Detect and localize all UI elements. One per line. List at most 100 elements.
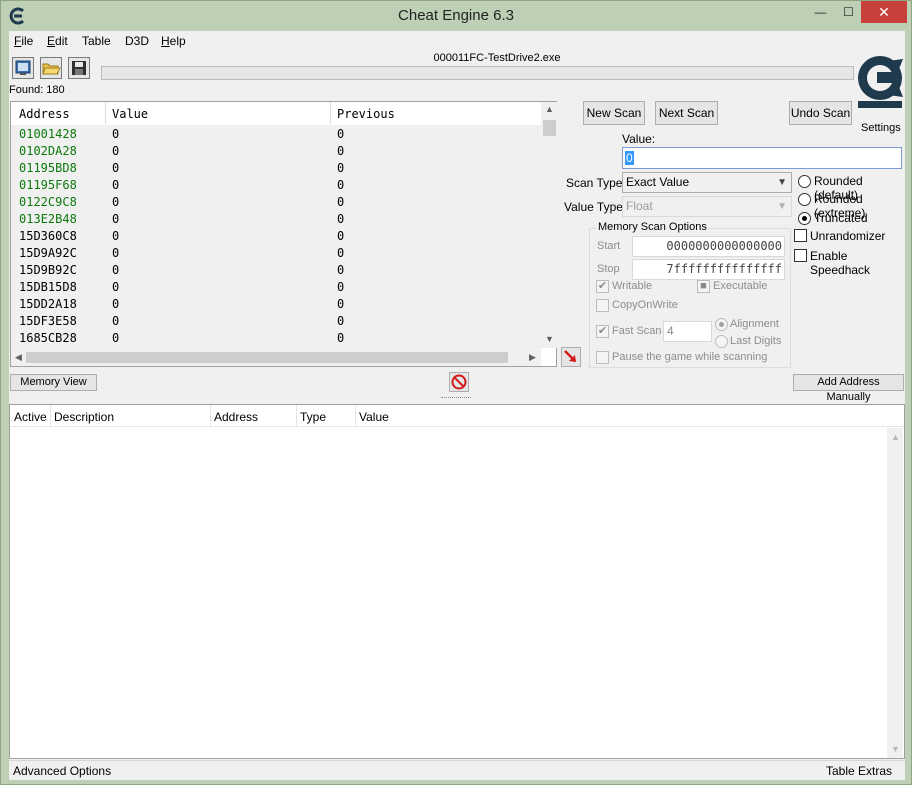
rounded-default-radio[interactable] bbox=[798, 175, 811, 188]
speedhack-label[interactable]: Enable Speedhack bbox=[810, 249, 905, 277]
scan-type-select[interactable]: Exact Value ▼ bbox=[622, 172, 792, 193]
menu-table[interactable]: Table bbox=[82, 34, 111, 48]
writable-label[interactable]: Writable bbox=[612, 280, 652, 292]
results-header-previous[interactable]: Previous bbox=[337, 107, 395, 121]
scroll-left-icon[interactable]: ◀ bbox=[15, 352, 22, 363]
result-row[interactable]: 01195BD8 0 0 bbox=[11, 159, 541, 176]
next-scan-button[interactable]: Next Scan bbox=[655, 101, 718, 125]
start-address-field[interactable]: 0000000000000000 bbox=[632, 236, 785, 257]
result-value: 0 bbox=[112, 314, 120, 328]
add-address-manually-button[interactable]: Add Address Manually bbox=[793, 374, 904, 403]
menu-help[interactable]: Help bbox=[161, 34, 186, 48]
unrandomizer-checkbox[interactable] bbox=[794, 229, 807, 242]
menu-help-label: elp bbox=[169, 34, 186, 48]
add-selected-to-list-button[interactable] bbox=[561, 347, 581, 367]
stop-address-field[interactable]: 7fffffffffffffff bbox=[632, 259, 785, 280]
result-previous: 0 bbox=[337, 263, 345, 277]
executable-checkbox[interactable]: ■ bbox=[697, 280, 710, 293]
alignment-label[interactable]: Alignment bbox=[730, 318, 779, 330]
menu-file[interactable]: File bbox=[14, 34, 33, 48]
truncated-radio[interactable] bbox=[798, 212, 811, 225]
last-digits-radio[interactable] bbox=[715, 335, 728, 348]
address-header-description[interactable]: Description bbox=[54, 410, 114, 424]
menu-d3d[interactable]: D3D bbox=[125, 34, 149, 48]
memory-scan-options-group: Memory Scan Options Start 00000000000000… bbox=[589, 221, 791, 368]
unrandomizer-label[interactable]: Unrandomizer bbox=[810, 229, 885, 243]
results-vertical-scrollbar[interactable]: ▲ ▼ bbox=[541, 102, 557, 348]
result-value: 0 bbox=[112, 331, 120, 345]
writable-checkbox[interactable]: ✔ bbox=[596, 280, 609, 293]
scroll-down-icon[interactable]: ▼ bbox=[545, 334, 554, 344]
results-header-address[interactable]: Address bbox=[19, 107, 70, 121]
result-value: 0 bbox=[112, 229, 120, 243]
result-row[interactable]: 0122C9C8 0 0 bbox=[11, 193, 541, 210]
results-rows: 01001428 0 0 0102DA28 0 0 01195BD8 0 0 01195F68 0 0… bbox=[11, 125, 541, 348]
value-type-select[interactable]: Float ▼ bbox=[622, 196, 792, 217]
result-row[interactable]: 15DD2A18 0 0 bbox=[11, 295, 541, 312]
executable-label[interactable]: Executable bbox=[713, 280, 767, 292]
address-header-value[interactable]: Value bbox=[359, 410, 389, 424]
scan-progress-bar bbox=[101, 66, 854, 80]
undo-scan-button[interactable]: Undo Scan bbox=[789, 101, 852, 125]
result-row[interactable]: 1685CB28 0 0 bbox=[11, 329, 541, 346]
address-header-divider bbox=[210, 405, 211, 427]
settings-label[interactable]: Settings bbox=[861, 122, 901, 134]
minimize-button[interactable]: — bbox=[807, 1, 834, 23]
value-label: Value: bbox=[622, 132, 656, 146]
fast-scan-checkbox[interactable]: ✔ bbox=[596, 325, 609, 338]
advanced-options-link[interactable]: Advanced Options bbox=[13, 764, 111, 778]
scan-results-list[interactable]: Address Value Previous 01001428 0 0 0102DA2… bbox=[10, 101, 557, 367]
result-row[interactable]: 15D9B92C 0 0 bbox=[11, 261, 541, 278]
result-row[interactable]: 01001428 0 0 bbox=[11, 125, 541, 142]
fast-scan-label[interactable]: Fast Scan bbox=[612, 325, 662, 337]
stop-scan-button[interactable] bbox=[449, 372, 469, 392]
scroll-up-icon[interactable]: ▲ bbox=[891, 432, 900, 442]
chevron-down-icon: ▼ bbox=[777, 201, 787, 212]
scroll-up-icon[interactable]: ▲ bbox=[545, 104, 554, 114]
fast-scan-value-field[interactable]: 4 bbox=[663, 321, 712, 342]
alignment-radio[interactable] bbox=[715, 318, 728, 331]
copyonwrite-checkbox[interactable] bbox=[596, 299, 609, 312]
results-header-divider bbox=[330, 102, 331, 124]
address-header-divider bbox=[50, 405, 51, 427]
address-header-type[interactable]: Type bbox=[300, 410, 326, 424]
scroll-down-icon[interactable]: ▼ bbox=[891, 744, 900, 754]
client-area: File Edit Table D3D Help 000011FC-TestDr… bbox=[9, 31, 905, 780]
panel-splitter[interactable] bbox=[9, 395, 905, 401]
truncated-label[interactable]: Truncated bbox=[814, 211, 868, 225]
speedhack-checkbox[interactable] bbox=[794, 249, 807, 262]
cheat-engine-logo-icon[interactable] bbox=[855, 51, 905, 109]
title-bar[interactable]: Cheat Engine 6.3 — ☐ ✕ bbox=[1, 1, 911, 31]
address-list[interactable]: Active Description Address Type Value ▲ … bbox=[9, 404, 905, 759]
result-row[interactable]: 01195F68 0 0 bbox=[11, 176, 541, 193]
result-address: 01195F68 bbox=[19, 178, 77, 192]
copyonwrite-label[interactable]: CopyOnWrite bbox=[612, 299, 678, 311]
memory-view-button[interactable]: Memory View bbox=[10, 374, 97, 391]
results-hscroll-thumb[interactable] bbox=[26, 352, 508, 363]
result-row[interactable]: 15DF3E58 0 0 bbox=[11, 312, 541, 329]
new-scan-button[interactable]: New Scan bbox=[583, 101, 645, 125]
results-scroll-thumb[interactable] bbox=[543, 120, 556, 136]
results-header-value[interactable]: Value bbox=[112, 107, 148, 121]
result-row[interactable]: 15D9A92C 0 0 bbox=[11, 244, 541, 261]
address-header-address[interactable]: Address bbox=[214, 410, 258, 424]
rounded-extreme-radio[interactable] bbox=[798, 193, 811, 206]
scroll-right-icon[interactable]: ▶ bbox=[529, 352, 536, 363]
close-button[interactable]: ✕ bbox=[861, 1, 907, 23]
pause-game-label[interactable]: Pause the game while scanning bbox=[612, 351, 767, 363]
menu-edit[interactable]: Edit bbox=[47, 34, 68, 48]
table-extras-link[interactable]: Table Extras bbox=[826, 764, 892, 778]
result-row[interactable]: 0102DA28 0 0 bbox=[11, 142, 541, 159]
result-row[interactable]: 15DB15D8 0 0 bbox=[11, 278, 541, 295]
value-input[interactable]: 0 bbox=[622, 147, 902, 169]
result-row[interactable]: 15D360C8 0 0 bbox=[11, 227, 541, 244]
results-horizontal-scrollbar[interactable]: ◀ ▶ bbox=[11, 348, 541, 366]
address-header-active[interactable]: Active bbox=[14, 410, 47, 424]
maximize-button[interactable]: ☐ bbox=[835, 1, 862, 23]
address-list-scrollbar[interactable]: ▲ ▼ bbox=[887, 428, 903, 758]
result-row[interactable]: 013E2B48 0 0 bbox=[11, 210, 541, 227]
scan-type-value: Exact Value bbox=[626, 175, 690, 189]
pause-game-checkbox[interactable] bbox=[596, 351, 609, 364]
result-address: 15D9A92C bbox=[19, 246, 77, 260]
last-digits-label[interactable]: Last Digits bbox=[730, 335, 781, 347]
